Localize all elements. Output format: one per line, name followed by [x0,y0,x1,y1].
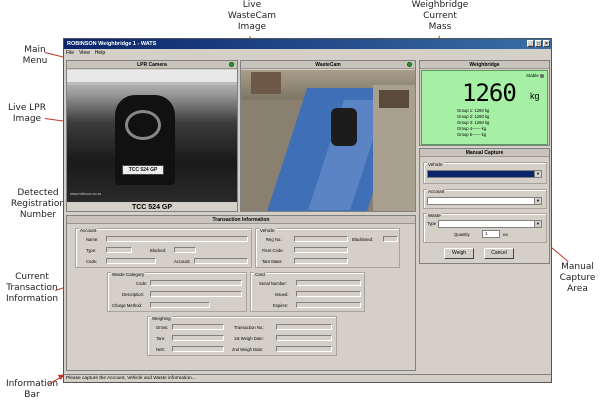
callout-info-bar: Information Bar [5,379,59,400]
gross-field [172,324,224,330]
information-bar: Please capture the Account, Vehicle and … [64,374,551,382]
wastecam-live-image [241,70,415,211]
card-serial-field [296,280,361,286]
weighbridge-display: Stable 1260 kg Group 1: 1260 kg Group 2:… [421,70,548,145]
weighing-section: Weighing Gross: Tare: Nett: Transaction … [147,316,337,356]
waste-category-section: Waste Category Code: Description: Charge… [107,272,247,312]
waste-description-field [150,291,242,297]
callout-current-tx: Current Transaction Information [5,272,59,304]
quantity-label: Quantity [454,232,470,237]
lpr-overlay-text: www.robinson.co.za [70,192,102,196]
main-menu: File View Help [64,49,551,57]
menu-help[interactable]: Help [95,49,105,57]
first-weigh-date-field [276,335,332,341]
stable-led-icon [540,73,544,78]
group-list: Group 1: 1260 kg Group 2: 1260 kg Group … [457,108,489,138]
account-section: Account Name: Type: Blocked: Code: Accou… [75,228,252,268]
vehicle-dropdown-icon[interactable]: ▼ [534,170,542,178]
wastecam-status-led-icon [407,62,412,67]
nett-field [172,346,224,352]
vehicle-tare-field [294,258,348,264]
vehicle-section: Vehicle Reg No.: Blacklisted: Fleet Code… [255,228,400,268]
lpr-panel: LPR Camera TCC 524 GP www.robinson.co.za… [66,60,238,212]
lpr-status-led-icon [229,62,234,67]
callout-live-wastecam: Live WasteCam Image [227,0,277,32]
account-blocked-field [174,247,196,253]
weighbridge-header: Weighbridge [420,61,549,69]
lpr-live-image: TCC 524 GP www.robinson.co.za [67,70,237,202]
waste-charge-field [150,302,210,308]
callout-detected-reg: Detected Registration Number [10,188,66,220]
card-issued-field [296,291,361,297]
manual-capture-header: Manual Capture [420,149,549,157]
account-dropdown-icon[interactable]: ▼ [534,197,542,205]
account-code-field [106,258,156,264]
card-expires-field [296,302,361,308]
weigh-button[interactable]: Weigh [444,248,474,259]
plate-in-image: TCC 524 GP [122,165,164,175]
card-section: Card Serial Number: Issued: Expires: [250,272,365,312]
detected-registration: TCC 524 GP [131,204,173,211]
waste-code-field [150,280,242,286]
vehicle-blacklisted-field [383,236,398,242]
maximize-button[interactable]: □ [535,40,542,47]
weighbridge-panel: Weighbridge Stable 1260 kg Group 1: 1260… [419,60,550,146]
group-row: Group 5------ kg [457,132,487,137]
callout-live-lpr: Live LPR Image [8,103,46,124]
wastecam-panel: WasteCam [240,60,416,212]
stable-label: Stable [525,73,539,78]
account-type-field [106,247,132,253]
menu-file[interactable]: File [66,49,74,57]
status-text: Please capture the Account, Vehicle and … [66,376,196,381]
lpr-header: LPR Camera [67,61,237,69]
vehicle-select[interactable] [427,170,535,178]
waste-type-dropdown-icon[interactable]: ▼ [534,220,542,228]
title-bar: ROBINSON Weighbridge 1 - WATS _ □ × [64,39,551,49]
callout-manual-capture: Manual Capture Area [559,262,596,294]
close-button[interactable]: × [543,40,550,47]
app-window: ROBINSON Weighbridge 1 - WATS _ □ × File… [63,38,552,383]
window-title: ROBINSON Weighbridge 1 - WATS [67,41,157,47]
minimize-button[interactable]: _ [527,40,534,47]
account-number-field [194,258,248,264]
transaction-panel: Transaction Information Account Name: Ty… [66,215,416,371]
second-weigh-date-field [276,346,332,352]
wastecam-header: WasteCam [241,61,415,69]
manual-capture-panel: Manual Capture Vehicle ▼ Account ▼ Waste… [419,148,550,264]
tare-field [172,335,224,341]
callout-main-menu: Main Menu [22,45,48,66]
cancel-button[interactable]: Cancel [484,248,514,259]
waste-type-select[interactable] [438,220,542,228]
vehicle-reg-field [294,236,348,242]
current-mass: 1260 [462,79,517,107]
vehicle-fleet-field [294,247,348,253]
account-select[interactable] [427,197,542,205]
type-label: Type [427,221,437,226]
transaction-number-field [276,324,332,330]
transaction-header: Transaction Information [67,216,415,224]
account-group-title: Account [427,189,446,194]
account-name-field [106,236,248,242]
quantity-unit: ea [503,232,508,237]
mass-unit: kg [530,91,540,101]
callout-current-mass: Weighbridge Current Mass [411,0,469,32]
waste-group-title: Waste [427,213,442,218]
menu-view[interactable]: View [79,49,90,57]
quantity-stepper[interactable]: 1 [482,230,500,238]
vehicle-group-title: Vehicle [427,162,444,167]
